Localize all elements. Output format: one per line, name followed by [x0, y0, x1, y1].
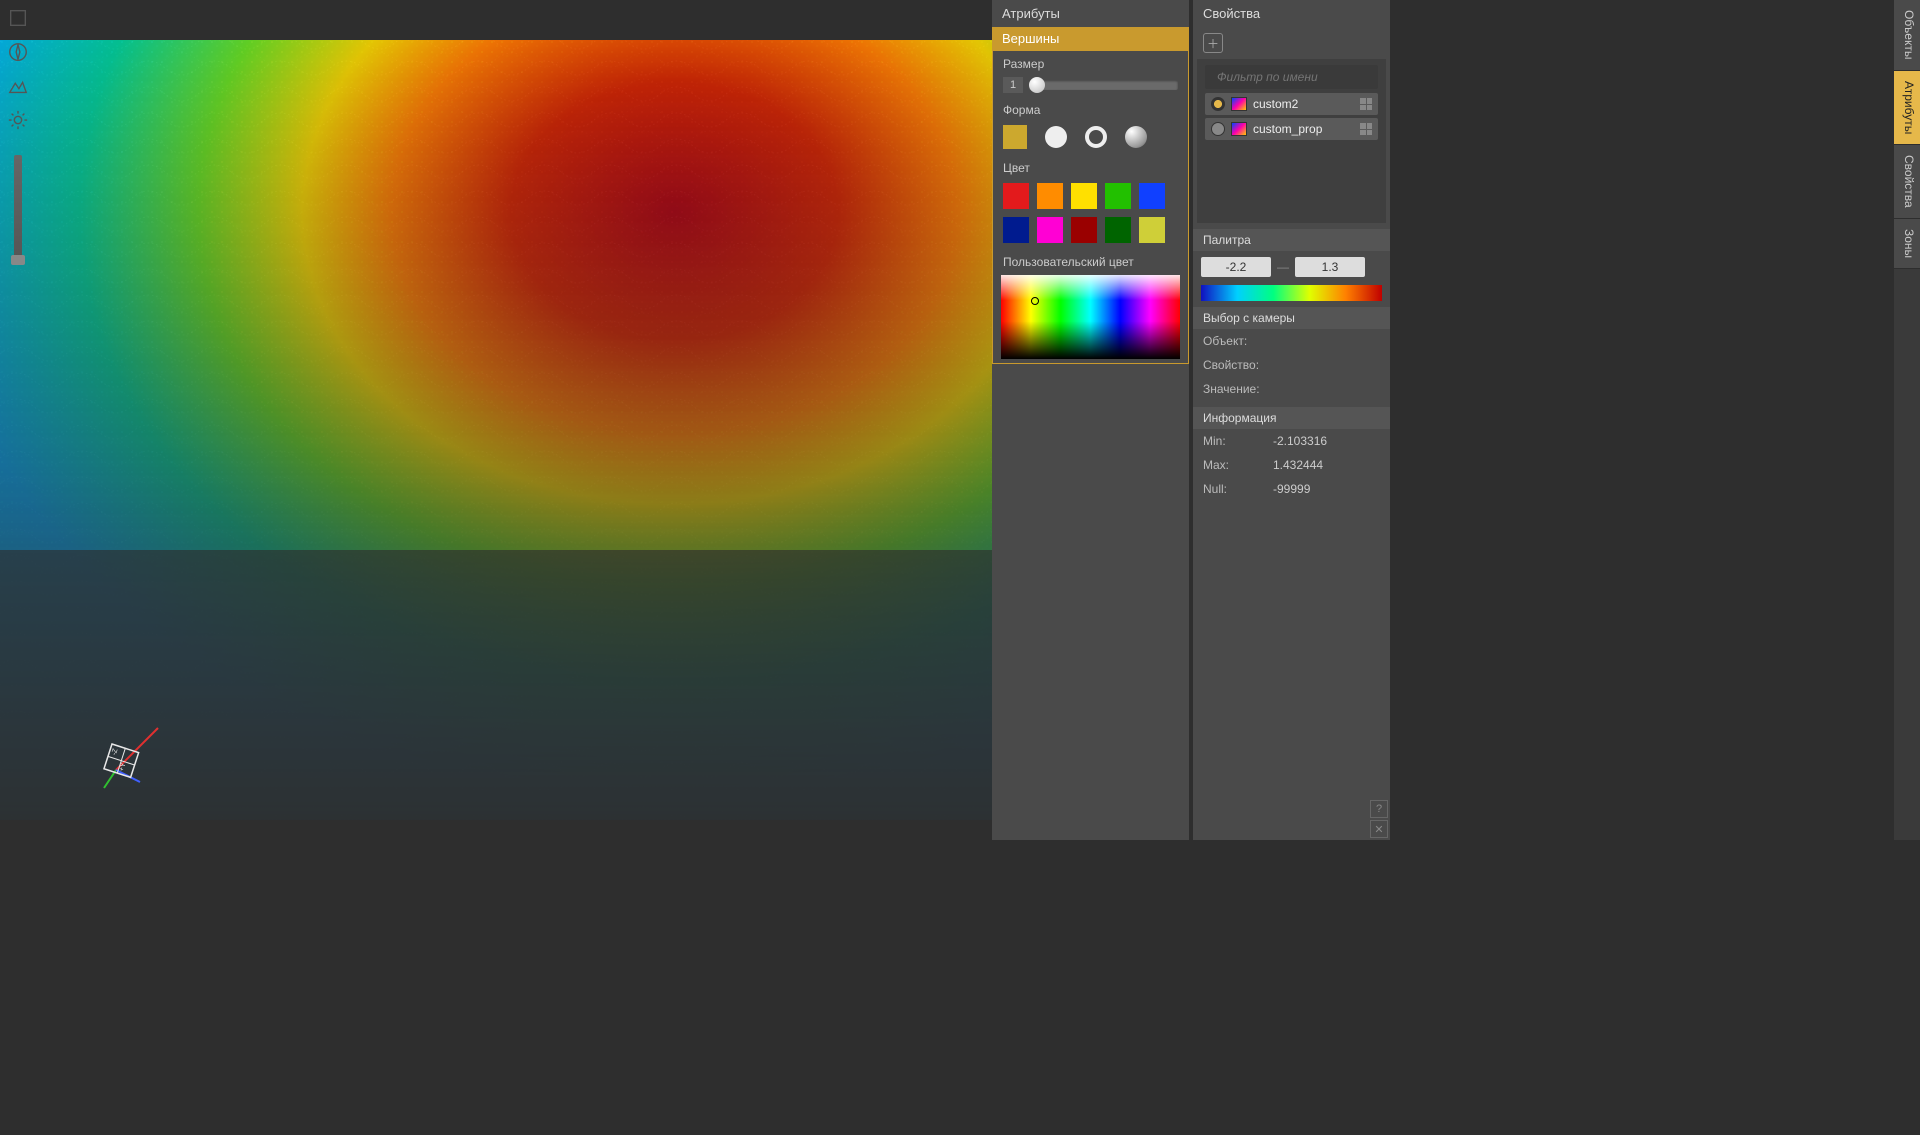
properties-panel-title: Свойства — [1193, 0, 1390, 27]
color-swatch-3[interactable] — [1105, 183, 1131, 209]
property-layer-custom2[interactable]: custom2 — [1205, 93, 1378, 115]
palette-min-input[interactable] — [1201, 257, 1271, 277]
color-swatch-8[interactable] — [1105, 217, 1131, 243]
attributes-panel-title: Атрибуты — [992, 0, 1189, 27]
shape-label: Форма — [993, 97, 1188, 119]
right-tab-3[interactable]: Зоны — [1894, 219, 1920, 269]
color-swatch-7[interactable] — [1071, 217, 1097, 243]
color-swatch-0[interactable] — [1003, 183, 1029, 209]
right-tab-strip: ОбъектыАтрибутыСвойстваЗоны — [1894, 0, 1920, 840]
right-tab-2[interactable]: Свойства — [1894, 145, 1920, 219]
layer-name-label: custom_prop — [1253, 122, 1354, 136]
info-null-value: -99999 — [1273, 482, 1310, 496]
right-tab-1[interactable]: Атрибуты — [1894, 71, 1920, 145]
size-label: Размер — [993, 51, 1188, 73]
layer-radio[interactable] — [1211, 122, 1225, 136]
custom-color-label: Пользовательский цвет — [993, 249, 1188, 271]
viewport-toolbar — [4, 4, 32, 134]
help-button[interactable]: ? — [1370, 800, 1388, 818]
color-swatch-1[interactable] — [1037, 183, 1063, 209]
vertices-section-header[interactable]: Вершины — [992, 27, 1189, 50]
shape-ring[interactable] — [1085, 126, 1107, 148]
layer-name-label: custom2 — [1253, 97, 1354, 111]
color-swatch-grid — [993, 177, 1188, 249]
shape-square[interactable] — [1003, 125, 1027, 149]
color-swatch-5[interactable] — [1003, 217, 1029, 243]
palette-max-input[interactable] — [1295, 257, 1365, 277]
add-property-button[interactable]: ＋ — [1203, 33, 1223, 53]
attributes-panel: Атрибуты Вершины Размер Форма Цвет Польз… — [992, 0, 1189, 840]
custom-color-picker[interactable] — [1001, 275, 1180, 359]
svg-text:-Z: -Z — [111, 747, 120, 756]
shape-circle[interactable] — [1045, 126, 1067, 148]
palette-gradient[interactable] — [1201, 285, 1382, 301]
svg-text:+Y: +Y — [118, 762, 127, 773]
compass-tool-icon[interactable] — [4, 38, 32, 66]
property-filter-input[interactable] — [1217, 70, 1374, 84]
pick-property-label: Свойство: — [1203, 358, 1273, 372]
gradient-icon — [1231, 122, 1247, 136]
axis-gizmo[interactable]: -Z +Y — [96, 710, 166, 790]
right-tab-0[interactable]: Объекты — [1894, 0, 1920, 71]
drag-grip-icon[interactable] — [1360, 98, 1372, 110]
viewport-vertical-slider[interactable] — [14, 155, 22, 265]
property-layer-custom_prop[interactable]: custom_prop — [1205, 118, 1378, 140]
color-swatch-4[interactable] — [1139, 183, 1165, 209]
pick-value-label: Значение: — [1203, 382, 1273, 396]
gradient-icon — [1231, 97, 1247, 111]
pick-object-label: Объект: — [1203, 334, 1273, 348]
size-input[interactable] — [1003, 77, 1023, 93]
palette-header: Палитра — [1193, 229, 1390, 251]
drag-grip-icon[interactable] — [1360, 123, 1372, 135]
frame-tool-icon[interactable] — [4, 4, 32, 32]
light-tool-icon[interactable] — [4, 106, 32, 134]
info-min-value: -2.103316 — [1273, 434, 1327, 448]
viewport-3d[interactable]: -Z +Y — [0, 0, 992, 840]
color-swatch-6[interactable] — [1037, 217, 1063, 243]
terrain-tool-icon[interactable] — [4, 72, 32, 100]
color-swatch-9[interactable] — [1139, 217, 1165, 243]
shape-sphere[interactable] — [1125, 126, 1147, 148]
layer-radio[interactable] — [1211, 97, 1225, 111]
color-swatch-2[interactable] — [1071, 183, 1097, 209]
size-slider[interactable] — [1029, 80, 1178, 90]
properties-panel: Свойства ＋ custom2custom_prop Палитра — … — [1193, 0, 1390, 840]
color-label: Цвет — [993, 155, 1188, 177]
camera-pick-header: Выбор с камеры — [1193, 307, 1390, 329]
info-max-value: 1.432444 — [1273, 458, 1323, 472]
close-panel-button[interactable]: ✕ — [1370, 820, 1388, 838]
property-filter[interactable] — [1205, 65, 1378, 89]
info-header: Информация — [1193, 407, 1390, 429]
